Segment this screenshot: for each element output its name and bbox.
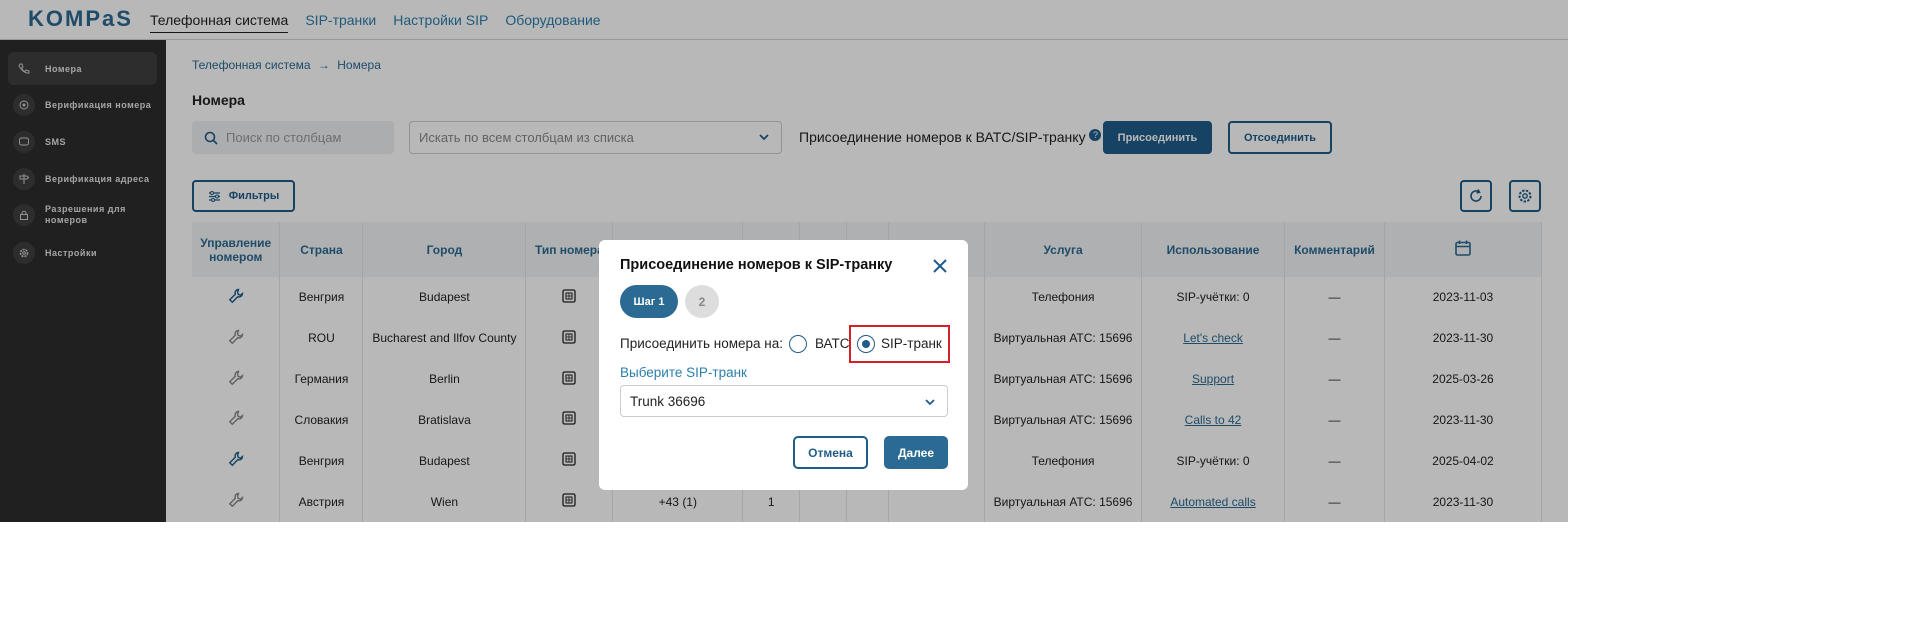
dialog-title: Присоединение номеров к SIP-транку [620,257,893,273]
select-trunk-label: Выберите SIP-транк [620,365,747,380]
cancel-button[interactable]: Отмена [793,436,868,469]
attach-sip-trunk-dialog: Присоединение номеров к SIP-транку Шаг 1… [599,240,968,490]
step-2-badge: 2 [685,285,719,318]
attach-to-label: Присоединить номера на: [620,336,783,351]
step-1-badge: Шаг 1 [620,285,678,318]
radio-sip-trunk[interactable] [857,335,875,353]
radio-sip-trunk-label[interactable]: SIP-транк [881,336,942,351]
next-button[interactable]: Далее [884,436,948,469]
chevron-down-icon [925,399,935,406]
trunk-select-value: Trunk 36696 [630,393,706,409]
radio-vats-label[interactable]: ВАТС [815,336,850,351]
trunk-select[interactable]: Trunk 36696 [620,385,948,417]
radio-vats[interactable] [789,335,807,353]
close-icon[interactable] [931,257,949,275]
